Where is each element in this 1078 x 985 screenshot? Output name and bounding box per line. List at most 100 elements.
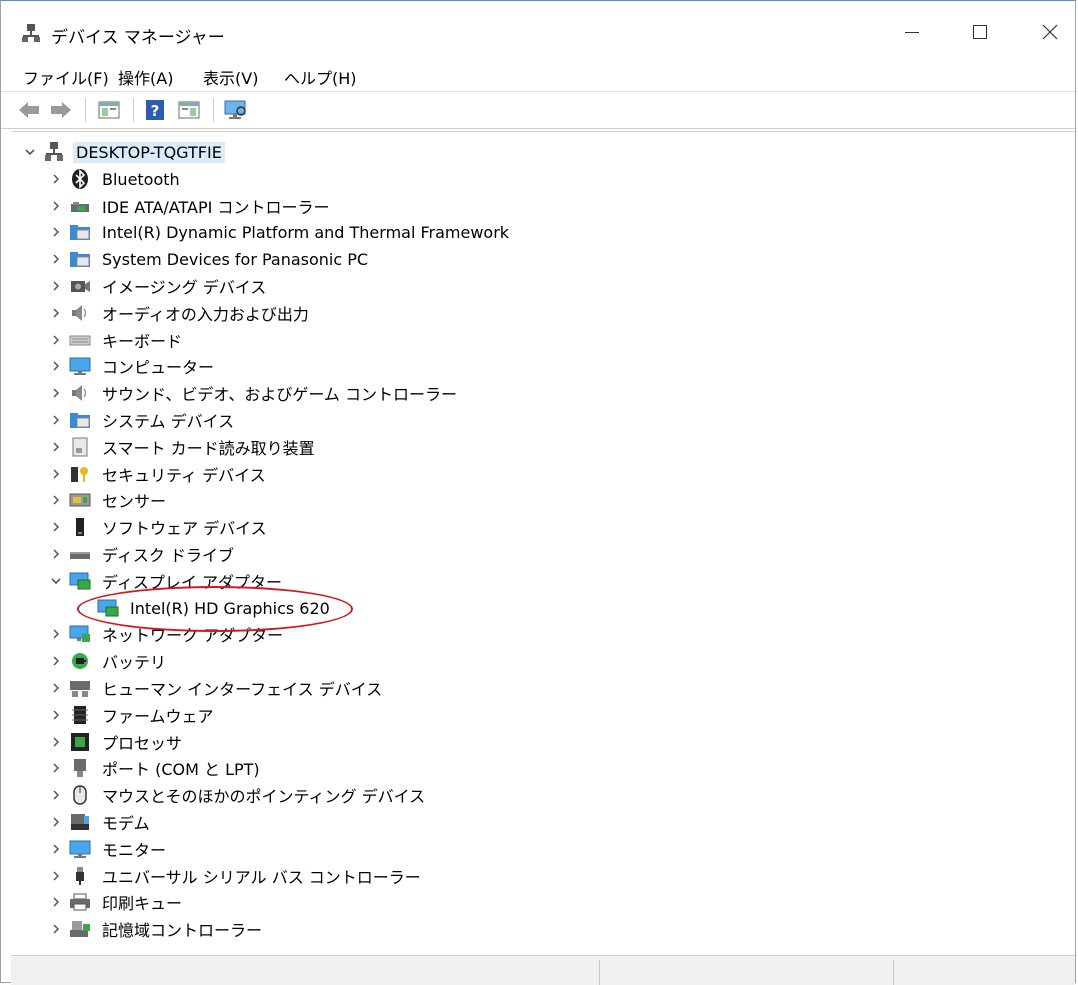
- chevron-right-icon[interactable]: [43, 219, 69, 245]
- chevron-right-icon[interactable]: [43, 380, 69, 406]
- chevron-right-icon[interactable]: [43, 836, 69, 862]
- chevron-right-icon[interactable]: [43, 702, 69, 728]
- close-icon: [1042, 24, 1058, 40]
- chevron-right-icon[interactable]: [43, 863, 69, 889]
- tree-category[interactable]: システム デバイス: [43, 407, 237, 433]
- smart-card-icon: [69, 436, 91, 458]
- chevron-right-icon[interactable]: [43, 246, 69, 272]
- tree-category[interactable]: サウンド、ビデオ、およびゲーム コントローラー: [43, 380, 460, 406]
- chevron-right-icon[interactable]: [43, 407, 69, 433]
- properties-panel-icon[interactable]: [97, 99, 121, 121]
- tree-category[interactable]: 記憶域コントローラー: [43, 916, 265, 942]
- battery-icon: [69, 650, 91, 672]
- display-adapter-icon: [69, 570, 91, 592]
- tree-category[interactable]: プロセッサ: [43, 729, 185, 755]
- chevron-right-icon[interactable]: [43, 755, 69, 781]
- menu-file[interactable]: ファイル(F): [23, 65, 109, 89]
- chevron-right-icon[interactable]: [43, 461, 69, 487]
- chevron-right-icon[interactable]: [43, 193, 69, 219]
- tree-category[interactable]: ネットワーク アダプター: [43, 621, 286, 647]
- speaker-icon: [69, 382, 91, 404]
- tree-device[interactable]: Intel(R) HD Graphics 620: [71, 595, 333, 621]
- tree-category[interactable]: マウスとそのほかのポインティング デバイス: [43, 782, 428, 808]
- chevron-down-icon[interactable]: [43, 568, 69, 594]
- back-arrow-icon[interactable]: [17, 99, 41, 121]
- tree-item-label: ユニバーサル シリアル バス コントローラー: [102, 868, 421, 887]
- tree-category[interactable]: センサー: [43, 487, 169, 513]
- help-icon[interactable]: ?: [143, 99, 167, 121]
- tree-item-label: 記憶域コントローラー: [102, 921, 263, 940]
- forward-arrow-icon[interactable]: [49, 99, 73, 121]
- maximize-button[interactable]: [957, 13, 1003, 51]
- tree-category[interactable]: ディスプレイ アダプター: [43, 568, 285, 594]
- tree-item-label: システム デバイス: [102, 412, 235, 431]
- menu-view[interactable]: 表示(V): [203, 65, 258, 89]
- tree-item-label: ネットワーク アダプター: [102, 626, 284, 645]
- tree-category[interactable]: モニター: [43, 836, 169, 862]
- menu-help[interactable]: ヘルプ(H): [284, 65, 357, 89]
- usb-icon: [69, 865, 91, 887]
- tree-category[interactable]: 印刷キュー: [43, 889, 185, 915]
- chevron-right-icon[interactable]: [43, 648, 69, 674]
- tree-item-label: イメージング デバイス: [102, 278, 267, 297]
- tree-category[interactable]: コンピューター: [43, 353, 217, 379]
- tree-item-label: オーディオの入力および出力: [102, 305, 309, 324]
- chevron-right-icon[interactable]: [43, 729, 69, 755]
- chevron-right-icon[interactable]: [43, 541, 69, 567]
- system-folder-icon: [69, 409, 91, 431]
- tree-category[interactable]: Intel(R) Dynamic Platform and Thermal Fr…: [43, 219, 512, 245]
- chevron-right-icon[interactable]: [43, 514, 69, 540]
- toolbar-separator: [85, 98, 86, 122]
- chevron-right-icon[interactable]: [43, 327, 69, 353]
- minimize-button[interactable]: [889, 13, 935, 51]
- chevron-right-icon[interactable]: [43, 434, 69, 460]
- chevron-right-icon[interactable]: [43, 916, 69, 942]
- monitor-icon: [69, 838, 91, 860]
- tree-category[interactable]: セキュリティ デバイス: [43, 461, 269, 487]
- tree-item-label: IDE ATA/ATAPI コントローラー: [102, 198, 330, 217]
- chevron-right-icon[interactable]: [43, 621, 69, 647]
- chevron-right-icon[interactable]: [43, 889, 69, 915]
- chevron-right-icon[interactable]: [43, 675, 69, 701]
- chevron-right-icon[interactable]: [43, 487, 69, 513]
- ide-controller-icon: [69, 195, 91, 217]
- monitor-scan-icon[interactable]: [223, 99, 247, 121]
- tree-category[interactable]: オーディオの入力および出力: [43, 300, 312, 326]
- tree-root[interactable]: DESKTOP-TQGTFIE: [17, 139, 225, 165]
- tree-category[interactable]: イメージング デバイス: [43, 273, 269, 299]
- tree-category[interactable]: Bluetooth: [43, 166, 183, 192]
- window-title: デバイス マネージャー: [51, 28, 225, 48]
- maximize-icon: [972, 24, 988, 40]
- menu-action[interactable]: 操作(A): [118, 65, 173, 89]
- status-separator: [893, 960, 894, 985]
- chevron-down-icon[interactable]: [17, 139, 43, 165]
- tree-category[interactable]: スマート カード読み取り装置: [43, 434, 318, 460]
- chevron-right-icon[interactable]: [43, 273, 69, 299]
- chevron-right-icon[interactable]: [43, 166, 69, 192]
- chevron-right-icon[interactable]: [43, 300, 69, 326]
- tree-category[interactable]: IDE ATA/ATAPI コントローラー: [43, 193, 332, 219]
- tree-category[interactable]: バッテリ: [43, 648, 169, 674]
- display-adapter-icon: [97, 597, 119, 619]
- tree-category[interactable]: ユニバーサル シリアル バス コントローラー: [43, 863, 424, 889]
- tree-category[interactable]: System Devices for Panasonic PC: [43, 246, 371, 272]
- tree-category[interactable]: ディスク ドライブ: [43, 541, 237, 567]
- svg-text:?: ?: [151, 102, 160, 120]
- tree-category[interactable]: モデム: [43, 809, 153, 835]
- system-folder-icon: [69, 248, 91, 270]
- tree-item-label: センサー: [102, 492, 167, 511]
- system-folder-icon: [69, 221, 91, 243]
- tree-category[interactable]: ソフトウェア デバイス: [43, 514, 270, 540]
- tree-category[interactable]: ポート (COM と LPT): [43, 755, 263, 781]
- sensor-icon: [69, 489, 91, 511]
- chevron-right-icon[interactable]: [43, 809, 69, 835]
- chevron-right-icon[interactable]: [43, 353, 69, 379]
- tree-category[interactable]: ファームウェア: [43, 702, 217, 728]
- tree-category[interactable]: キーボード: [43, 327, 185, 353]
- tree-item-label: マウスとそのほかのポインティング デバイス: [102, 787, 426, 806]
- action-panel-icon[interactable]: [177, 99, 201, 121]
- close-button[interactable]: [1027, 13, 1073, 51]
- chevron-right-icon[interactable]: [43, 782, 69, 808]
- tree-category[interactable]: ヒューマン インターフェイス デバイス: [43, 675, 385, 701]
